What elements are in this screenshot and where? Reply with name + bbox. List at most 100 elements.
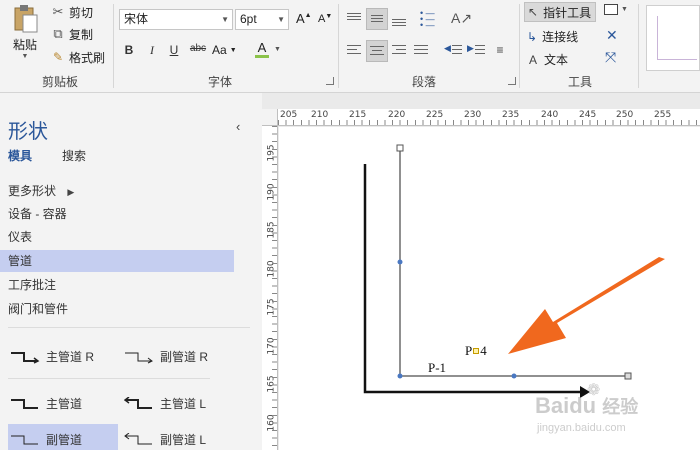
pipe-label[interactable]: P-1 <box>428 360 446 376</box>
tab-search[interactable]: 搜索 <box>62 147 86 164</box>
underline-button[interactable]: U <box>166 43 182 57</box>
paragraph-button[interactable]: ≡ <box>492 43 508 59</box>
bold-button[interactable]: B <box>121 43 137 57</box>
copy-icon: ⧉ <box>53 26 63 41</box>
font-color-button[interactable]: A <box>255 41 269 58</box>
chevron-right-icon: ▶ <box>67 187 75 197</box>
connection-point[interactable] <box>397 373 403 379</box>
ruler-tick: 210 <box>311 110 329 120</box>
cut-button[interactable]: ✂ 剪切 <box>50 4 93 20</box>
font-dialog-launcher-icon[interactable] <box>326 77 334 85</box>
copy-button[interactable]: ⧉ 复制 <box>50 26 93 42</box>
format-painter-label: 格式刷 <box>69 50 106 65</box>
stencil-shape-main-pipe[interactable]: 主管道 <box>10 395 82 412</box>
paragraph-dialog-launcher-icon[interactable] <box>508 77 516 85</box>
caret-down-icon: ▼ <box>325 12 333 20</box>
watermark-brand: Baidu <box>535 393 597 418</box>
font-size-value: 6pt <box>240 12 257 26</box>
watermark-url: jingyan.baidu.com <box>537 422 626 434</box>
vertical-ruler[interactable]: 195 190 185 180 175 170 165 160 <box>262 126 278 450</box>
connection-point-button[interactable]: ⤧ <box>605 49 616 66</box>
horizontal-ruler[interactable]: 205 210 215 220 225 230 235 240 245 250 … <box>278 109 700 126</box>
shrink-font-button[interactable]: A ▼ <box>318 12 333 26</box>
shape-style-gallery[interactable] <box>646 5 700 71</box>
decrease-indent-button[interactable]: ◀ <box>444 42 462 60</box>
connection-point[interactable] <box>511 373 517 379</box>
indent-arrow-icon: ▶ <box>467 43 474 53</box>
grow-font-icon: A <box>296 11 305 26</box>
stencil-item-instruments[interactable]: 仪表 <box>0 226 234 248</box>
panel-divider <box>8 378 210 379</box>
ruler-tick: 250 <box>616 110 634 120</box>
shapes-panel: 形状 ‹ 模具 搜索 更多形状 ▶ 设备 - 容器 仪表 管道 工序批注 阀门和… <box>0 93 262 450</box>
watermark: ❁ Baidu 经验 jingyan.baidu.com <box>535 380 695 446</box>
main-pipe-l-icon <box>124 396 152 409</box>
tag-number: 4 <box>480 343 487 358</box>
chevron-down-icon: ▼ <box>229 46 237 54</box>
format-painter-button[interactable]: ✎ 格式刷 <box>50 49 105 65</box>
ribbon-separator <box>113 4 114 88</box>
clipboard-icon <box>14 5 38 33</box>
stencil-item-equipment-containers[interactable]: 设备 - 容器 <box>0 203 234 225</box>
stencil-shape-secondary-pipe-r[interactable]: 副管道 R <box>124 348 208 365</box>
stencil-label: 主管道 L <box>160 397 207 411</box>
ribbon-separator <box>638 4 639 88</box>
stencil-shape-main-pipe-r[interactable]: 主管道 R <box>10 348 94 365</box>
ribbon-separator <box>338 4 339 88</box>
close-shape-button[interactable]: ✕ <box>606 27 618 44</box>
ruler-tick: 225 <box>426 110 444 120</box>
bullets-button[interactable]: • — • — • — <box>420 9 438 30</box>
paste-button[interactable]: 粘贴 ▼ <box>8 4 42 62</box>
stencil-item-pipelines[interactable]: 管道 <box>0 250 234 272</box>
stencil-item-valves-fittings[interactable]: 阀门和管件 <box>0 298 234 320</box>
chevron-down-icon[interactable]: ▼ <box>274 46 281 53</box>
tag-handle-icon <box>473 348 480 354</box>
grow-font-button[interactable]: A ▲ <box>296 11 312 26</box>
increase-indent-button[interactable]: ▶ <box>467 42 485 60</box>
text-direction-icon: A↗ <box>451 10 473 26</box>
strikethrough-button[interactable]: abc <box>187 43 209 54</box>
ruler-marks <box>272 126 277 450</box>
ribbon-separator <box>519 4 520 88</box>
tab-stencils[interactable]: 模具 <box>8 147 32 164</box>
stencil-label: 主管道 <box>46 397 83 411</box>
secondary-pipe-icon <box>11 435 38 444</box>
font-family-select[interactable]: 宋体 ▼ <box>119 9 233 30</box>
tag-label[interactable]: P 4 <box>465 343 487 359</box>
collapse-panel-icon[interactable]: ‹ <box>236 119 240 134</box>
drawing-page[interactable]: P-1 P 4 ❁ Baidu 经验 jingyan.baidu.com <box>279 127 700 450</box>
selection-handle[interactable] <box>624 372 632 380</box>
stencil-shape-secondary-pipe-l[interactable]: 副管道 L <box>124 431 206 448</box>
align-middle-button[interactable] <box>366 8 388 30</box>
align-bottom-button[interactable] <box>390 10 408 28</box>
text-tool-button[interactable]: A 文本 <box>529 51 568 68</box>
font-size-select[interactable]: 6pt ▼ <box>235 9 289 30</box>
connector-tool-button[interactable]: ↳ 连接线 <box>527 28 578 45</box>
align-right-button[interactable] <box>390 42 408 60</box>
italic-button[interactable]: I <box>144 43 160 58</box>
font-group-label: 字体 <box>207 75 232 89</box>
pointer-tool-button[interactable]: ↖ 指针工具 <box>524 2 597 22</box>
justify-button[interactable] <box>412 42 430 60</box>
connection-point[interactable] <box>397 259 403 265</box>
style-preview-shape <box>657 16 697 60</box>
align-top-button[interactable] <box>345 10 363 28</box>
change-case-button[interactable]: Aa ▼ <box>212 43 237 57</box>
pointer-tool-label: 指针工具 <box>543 5 592 20</box>
rectangle-icon <box>604 4 618 15</box>
stencil-item-process-annotations[interactable]: 工序批注 <box>0 274 234 296</box>
selection-handle[interactable] <box>396 144 404 152</box>
more-shapes-item[interactable]: 更多形状 ▶ <box>0 180 234 202</box>
align-left-button[interactable] <box>345 42 363 60</box>
ruler-tick: 240 <box>541 110 559 120</box>
orange-arrow-annotation <box>508 257 665 354</box>
stencil-shape-secondary-pipe[interactable]: 副管道 <box>10 431 82 448</box>
align-center-button[interactable] <box>366 40 388 62</box>
more-shapes-label: 更多形状 <box>8 184 57 198</box>
text-direction-button[interactable]: A↗ <box>451 10 472 27</box>
shrink-font-icon: A <box>318 13 326 25</box>
stencil-shape-main-pipe-l[interactable]: 主管道 L <box>124 395 206 412</box>
selected-pipe-shape[interactable] <box>399 148 628 377</box>
font-family-value: 宋体 <box>124 12 149 26</box>
rectangle-tool-button[interactable]: ▼ <box>604 4 628 15</box>
